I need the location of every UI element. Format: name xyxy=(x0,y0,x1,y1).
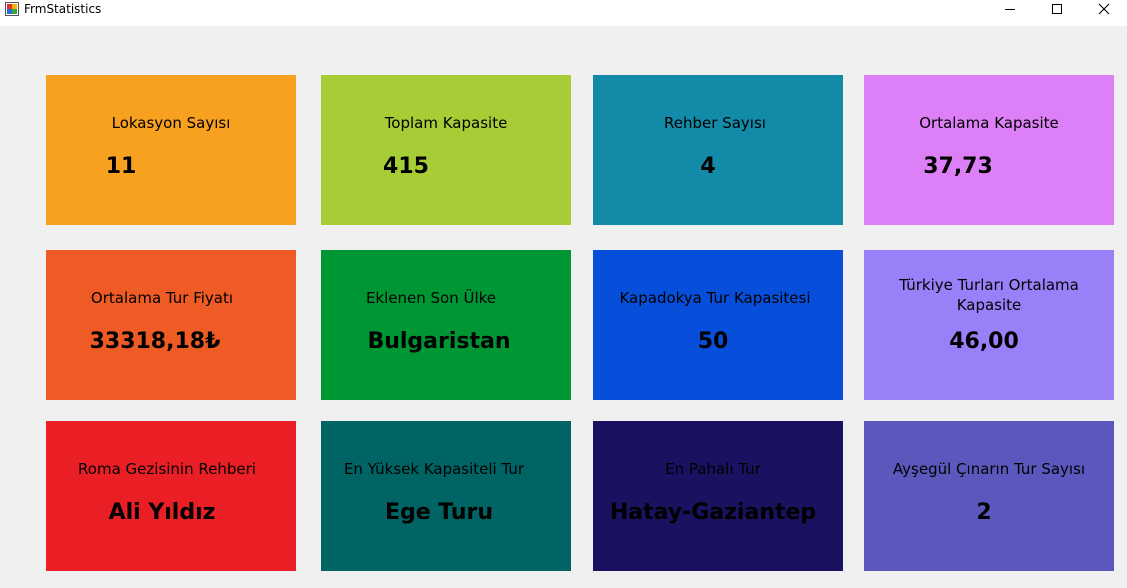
card-kapadokya-tur-kapasitesi: Kapadokya Tur Kapasitesi 50 xyxy=(593,250,843,400)
card-label: En Yüksek Kapasiteli Tur xyxy=(343,460,525,478)
card-value: Ali Yıldız xyxy=(108,500,216,525)
card-label: Ortalama Tur Fiyatı xyxy=(90,289,234,307)
card-label: Ortalama Kapasite xyxy=(919,114,1059,132)
card-value: 50 xyxy=(697,329,729,354)
card-rehber-sayisi: Rehber Sayısı 4 xyxy=(593,75,843,225)
app-icon xyxy=(5,2,19,16)
card-label: Kapadokya Tur Kapasitesi xyxy=(619,289,811,307)
card-turkiye-turlari-ortalama-kapasite: Türkiye Turları Ortalama Kapasite 46,00 xyxy=(864,250,1114,400)
card-ortalama-tur-fiyati: Ortalama Tur Fiyatı 33318,18₺ xyxy=(46,250,296,400)
card-label: Türkiye Turları Ortalama Kapasite xyxy=(899,276,1079,314)
card-eklenen-son-ulke: Eklenen Son Ülke Bulgaristan xyxy=(321,250,571,400)
card-label: Roma Gezisinin Rehberi xyxy=(78,460,256,478)
card-label: En Pahalı Tur xyxy=(665,460,761,478)
minimize-button[interactable] xyxy=(987,0,1033,18)
card-label: Toplam Kapasite xyxy=(384,114,508,132)
card-lokasyon-sayisi: Lokasyon Sayısı 11 xyxy=(46,75,296,225)
card-value: 4 xyxy=(700,154,716,179)
card-label: Rehber Sayısı xyxy=(664,114,766,132)
card-roma-gezisinin-rehberi: Roma Gezisinin Rehberi Ali Yıldız xyxy=(46,421,296,571)
card-value: 37,73 xyxy=(923,154,993,179)
card-value: 46,00 xyxy=(949,329,1019,354)
window-title: FrmStatistics xyxy=(24,2,102,16)
card-value: 33318,18₺ xyxy=(89,329,221,354)
card-value: 2 xyxy=(976,500,992,525)
card-toplam-kapasite: Toplam Kapasite 415 xyxy=(321,75,571,225)
card-value: 11 xyxy=(105,154,137,179)
card-en-pahali-tur: En Pahalı Tur Hatay-Gaziantep xyxy=(593,421,843,571)
card-ortalama-kapasite: Ortalama Kapasite 37,73 xyxy=(864,75,1114,225)
minimize-icon xyxy=(1005,9,1015,10)
card-label: Lokasyon Sayısı xyxy=(111,114,231,132)
card-label: Ayşegül Çınarın Tur Sayısı xyxy=(892,460,1086,478)
maximize-icon xyxy=(1052,4,1062,14)
card-value: Bulgaristan xyxy=(367,329,511,354)
card-value: Hatay-Gaziantep xyxy=(609,500,817,525)
card-label: Eklenen Son Ülke xyxy=(365,289,497,307)
close-button[interactable] xyxy=(1081,0,1127,18)
title-bar: FrmStatistics xyxy=(0,0,1127,26)
card-aysegul-cinarin-tur-sayisi: Ayşegül Çınarın Tur Sayısı 2 xyxy=(864,421,1114,571)
maximize-button[interactable] xyxy=(1034,0,1080,18)
card-value: 415 xyxy=(383,154,429,179)
close-icon xyxy=(1098,3,1110,15)
card-value: Ege Turu xyxy=(384,500,494,525)
card-en-yuksek-kapasiteli-tur: En Yüksek Kapasiteli Tur Ege Turu xyxy=(321,421,571,571)
